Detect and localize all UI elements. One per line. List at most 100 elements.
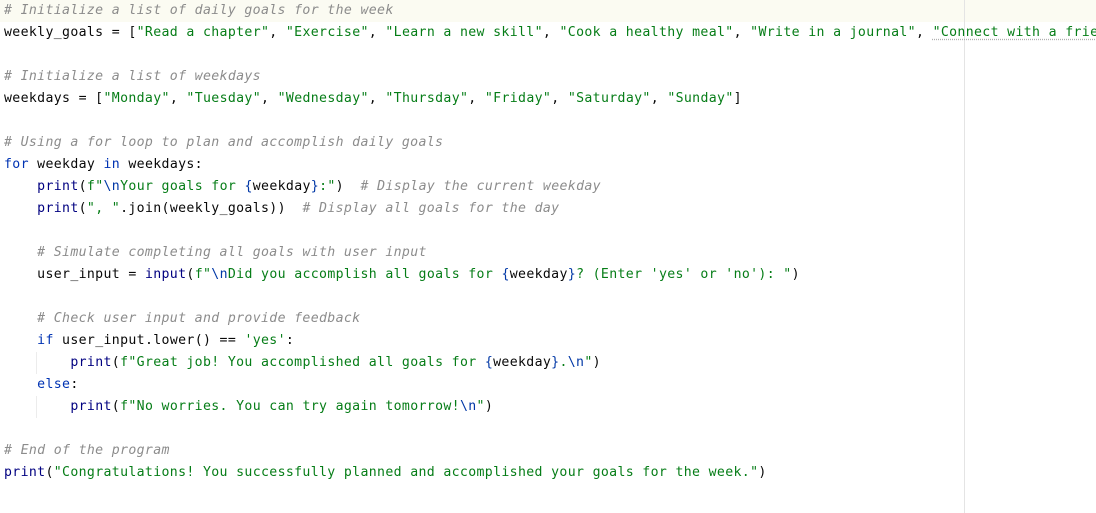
code-line[interactable] <box>4 44 1096 66</box>
code-comment: # Using a for loop to plan and accomplis… <box>4 135 444 150</box>
code-string: :" <box>319 179 336 194</box>
code-line[interactable]: print(", ".join(weekly_goals)) # Display… <box>4 198 1096 220</box>
code-keyword: if <box>37 333 54 348</box>
code-text: user_input.lower() == <box>53 333 245 348</box>
code-string: "Wednesday" <box>277 91 369 106</box>
code-builtin: print <box>37 179 79 194</box>
code-comment: # Initialize a list of daily goals for t… <box>4 3 394 18</box>
code-line[interactable] <box>4 418 1096 440</box>
code-editor[interactable]: # Initialize a list of daily goals for t… <box>0 0 1096 513</box>
code-text: , <box>542 25 560 40</box>
code-string: "Thursday" <box>385 91 469 106</box>
code-string: . <box>559 355 568 370</box>
code-text: , <box>915 25 933 40</box>
code-string: f"No worries. You can try again tomorrow… <box>120 399 460 414</box>
code-text-area[interactable]: # Initialize a list of daily goals for t… <box>4 0 1096 484</box>
code-text: : <box>285 333 295 348</box>
code-escape: \n <box>103 179 121 194</box>
code-text: , <box>650 91 668 106</box>
code-string: "Cook a healthy meal" <box>559 25 734 40</box>
code-line[interactable]: # Check user input and provide feedback <box>4 308 1096 330</box>
code-text: .join(weekly_goals)) <box>120 201 303 216</box>
code-text: weekdays = [ <box>4 91 104 106</box>
code-text: , <box>261 91 278 106</box>
code-brace: { <box>244 179 253 194</box>
code-line[interactable]: print(f"No worries. You can try again to… <box>4 396 1096 418</box>
code-brace: { <box>501 267 510 282</box>
code-string: f" <box>194 267 212 282</box>
code-string: "Connect with a friend" <box>932 25 1096 40</box>
code-string: "Saturday" <box>567 91 651 106</box>
code-string: Did you accomplish all goals for <box>227 267 502 282</box>
code-escape: \n <box>567 355 585 370</box>
code-line[interactable]: # Simulate completing all goals with use… <box>4 242 1096 264</box>
code-text: ) <box>484 399 494 414</box>
code-line[interactable] <box>4 286 1096 308</box>
code-line[interactable]: # Initialize a list of daily goals for t… <box>4 0 1096 22</box>
code-string: "Friday" <box>484 91 552 106</box>
code-line[interactable]: # Using a for loop to plan and accomplis… <box>4 132 1096 154</box>
code-string: "Tuesday" <box>186 91 262 106</box>
code-string: "Read a chapter" <box>136 25 270 40</box>
code-text: ) <box>791 267 800 282</box>
code-text: weekdays: <box>120 157 203 172</box>
code-string: "Congratulations! You successfully plann… <box>53 465 759 480</box>
code-escape: \n <box>459 399 477 414</box>
code-line[interactable]: # Initialize a list of weekdays <box>4 66 1096 88</box>
code-text: ( <box>78 201 87 216</box>
code-text: : <box>70 377 79 392</box>
code-text: ( <box>45 465 54 480</box>
code-text: , <box>269 25 286 40</box>
code-comment: # Display all goals for the day <box>302 201 560 216</box>
code-line[interactable]: if user_input.lower() == 'yes': <box>4 330 1096 352</box>
code-line[interactable]: for weekday in weekdays: <box>4 154 1096 176</box>
code-brace: } <box>567 267 577 282</box>
code-text: ( <box>111 355 121 370</box>
code-text: weekday <box>252 179 311 194</box>
code-text: ( <box>111 399 121 414</box>
code-text: weekly_goals = [ <box>4 25 137 40</box>
code-builtin: input <box>144 267 187 282</box>
code-text: weekday <box>28 157 104 172</box>
code-string: "Monday" <box>103 91 170 106</box>
code-string: f"Great job! You accomplished all goals … <box>120 355 485 370</box>
code-text: , <box>368 25 386 40</box>
code-keyword: in <box>103 157 121 172</box>
code-line[interactable]: else: <box>4 374 1096 396</box>
code-text: , <box>733 25 751 40</box>
code-comment: # Simulate completing all goals with use… <box>37 245 427 260</box>
code-string: ? (Enter 'yes' or 'no'): " <box>576 267 792 282</box>
code-text: ) <box>758 465 767 480</box>
code-builtin: print <box>70 355 112 370</box>
code-line[interactable]: print("Congratulations! You successfully… <box>4 462 1096 484</box>
code-builtin: print <box>4 465 46 480</box>
code-brace: } <box>310 179 320 194</box>
code-brace: { <box>484 355 494 370</box>
code-string: f" <box>86 179 104 194</box>
code-line[interactable]: weekdays = ["Monday", "Tuesday", "Wednes… <box>4 88 1096 110</box>
code-keyword: for <box>4 157 29 172</box>
code-line[interactable] <box>4 220 1096 242</box>
code-line[interactable]: # End of the program <box>4 440 1096 462</box>
code-line[interactable]: user_input = input(f"\nDid you accomplis… <box>4 264 1096 286</box>
code-escape: \n <box>211 267 228 282</box>
code-string: ", " <box>86 201 121 216</box>
code-text: , <box>169 91 187 106</box>
code-line[interactable]: print(f"\nYour goals for {weekday}:") # … <box>4 176 1096 198</box>
code-builtin: print <box>37 201 79 216</box>
code-line[interactable]: weekly_goals = ["Read a chapter", "Exerc… <box>4 22 1096 44</box>
code-text: ) <box>335 179 361 194</box>
code-line[interactable] <box>4 110 1096 132</box>
code-line[interactable]: print(f"Great job! You accomplished all … <box>4 352 1096 374</box>
code-text: user_input = <box>4 267 145 282</box>
code-builtin: print <box>70 399 112 414</box>
code-string: "Write in a journal" <box>750 25 916 40</box>
code-text: , <box>368 91 386 106</box>
